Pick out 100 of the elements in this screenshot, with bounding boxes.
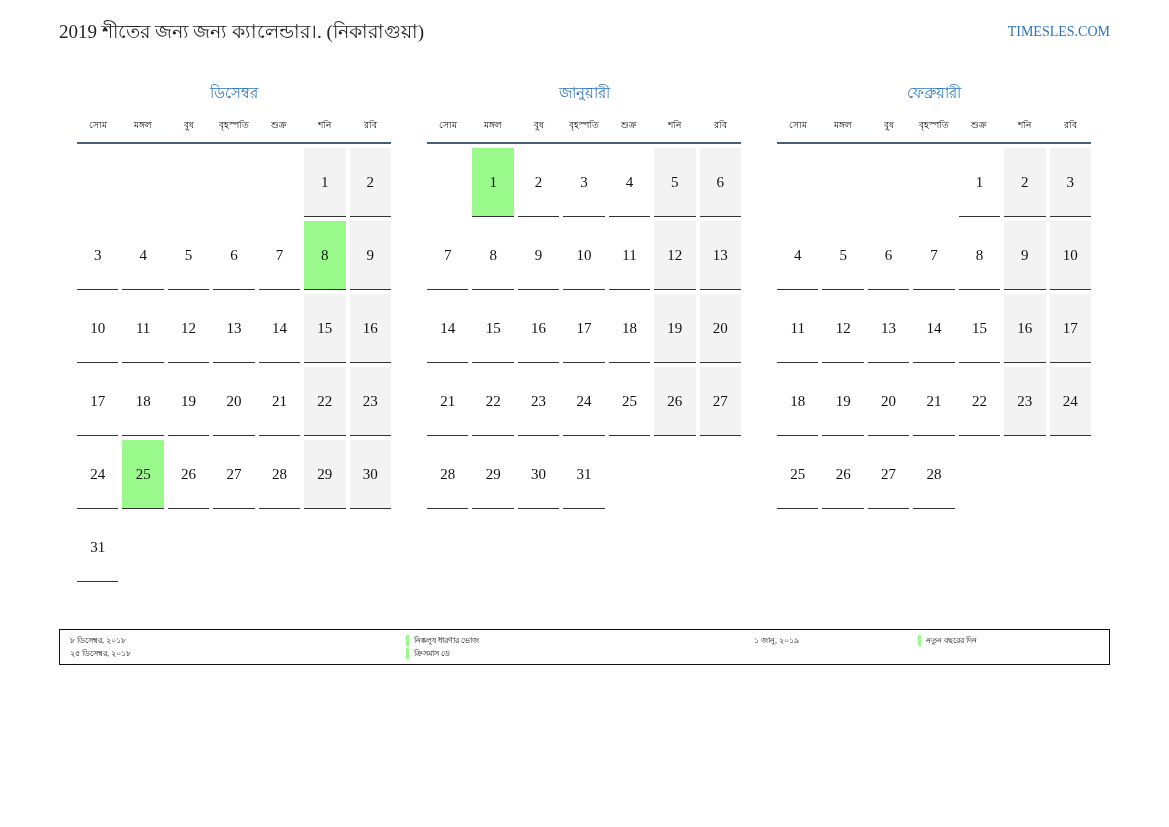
day-cell: 3 [77,221,119,290]
weekday-label: সোম [787,119,808,132]
day-cell: 23 [1004,367,1046,436]
day-cell: 24 [77,440,119,509]
day-cell: 19 [167,367,210,436]
day-cell: 26 [167,440,210,509]
weekday-label: মঙ্গল [833,119,854,132]
day-cell: 17 [1049,294,1091,363]
day-cell: 27 [699,367,741,436]
day-cell: 21 [427,367,469,436]
day-cell: 10 [77,294,119,363]
day-cell: 29 [472,440,514,509]
day-cell: 2 [517,148,560,217]
day-cell: 14 [913,294,955,363]
weekday-label: সোম [87,119,108,132]
day-cell: 7 [258,221,301,290]
month-title: ডিসেম্বর [209,83,260,103]
day-cell: 19 [654,294,696,363]
weekday-label: বৃহস্পতি [568,119,600,133]
day-cell: 11 [777,294,819,363]
day-cell: 10 [1049,221,1091,290]
day-cell: 3 [1049,148,1091,217]
holiday-name: ক্রিসমাস ডে [414,648,450,660]
legend-marker-icon [406,635,409,646]
day-cell: 21 [913,367,955,436]
weekday-label: সোম [437,119,458,132]
day-cell: 27 [213,440,255,509]
day-cell: 15 [958,294,1001,363]
weekday-label: বুধ [882,119,895,133]
day-cell: 9 [349,221,391,290]
day-cell: 31 [563,440,605,509]
day-cell: 3 [563,148,605,217]
day-cell: 6 [213,221,255,290]
site-link[interactable]: TIMESLES.COM [1007,18,1110,46]
day-cell: 18 [777,367,819,436]
day-cell: 5 [822,221,864,290]
day-cell: 8 [472,221,514,290]
day-cell: 12 [167,294,210,363]
day-cell: 16 [349,294,391,363]
day-cell: 1 [304,148,346,217]
day-cell: 20 [213,367,255,436]
day-cell: 28 [258,440,301,509]
weekday-label: শনি [666,119,683,132]
day-cell: 17 [563,294,605,363]
legend-marker-icon [406,648,409,659]
day-cell: 20 [867,367,910,436]
day-cell: 28 [427,440,469,509]
day-cell: 6 [699,148,741,217]
day-cell: 13 [867,294,910,363]
day-cell: 10 [563,221,605,290]
day-cell: 5 [167,221,210,290]
day-cell: 11 [122,294,164,363]
page-title: 2019 শীতের জন্য জন্য ক্যালেন্ডার।. (নিকারাগুয়া) [59,19,425,44]
holiday-date: ৮ ডিসেম্বর, ২০১৮ [70,635,126,647]
weekday-label: শুক্র [620,119,639,132]
day-cell: 29 [304,440,346,509]
day-cell: 4 [122,221,164,290]
day-cell: 1 [472,148,514,217]
day-cell: 31 [77,513,119,582]
weekday-label: বুধ [532,119,545,133]
day-cell: 25 [777,440,819,509]
day-cell: 9 [1004,221,1046,290]
day-cell: 20 [699,294,741,363]
weekday-label: শনি [316,119,333,132]
day-cell: 9 [517,221,560,290]
weekday-label: বৃহস্পতি [918,119,950,133]
holiday-date: ১ জানু, ২০১৯ [754,635,799,647]
month-title: ফেব্রুয়ারী [906,83,963,103]
day-cell: 30 [517,440,560,509]
day-cell: 14 [258,294,301,363]
day-cell: 12 [822,294,864,363]
day-cell: 22 [304,367,346,436]
day-cell: 16 [517,294,560,363]
weekday-label: রবি [712,119,728,132]
day-cell: 25 [122,440,164,509]
day-cell: 26 [822,440,864,509]
day-cell: 2 [1004,148,1046,217]
weekday-label: শনি [1016,119,1033,132]
weekday-label: বৃহস্পতি [218,119,250,133]
day-cell: 13 [699,221,741,290]
day-cell: 8 [958,221,1001,290]
day-cell: 21 [258,367,301,436]
day-cell: 8 [304,221,346,290]
weekday-label: শুক্র [970,119,989,132]
holiday-date: ২৫ ডিসেম্বর, ২০১৮ [70,648,131,660]
day-cell: 18 [608,294,651,363]
day-cell: 4 [777,221,819,290]
day-cell: 26 [654,367,696,436]
day-cell: 5 [654,148,696,217]
weekday-label: মঙ্গল [133,119,154,132]
day-cell: 6 [867,221,910,290]
day-cell: 22 [472,367,514,436]
day-cell: 15 [304,294,346,363]
day-cell: 23 [349,367,391,436]
weekday-label: শুক্র [270,119,289,132]
day-cell: 4 [608,148,651,217]
day-cell: 15 [472,294,514,363]
day-cell: 17 [77,367,119,436]
day-cell: 16 [1004,294,1046,363]
day-cell: 27 [867,440,910,509]
